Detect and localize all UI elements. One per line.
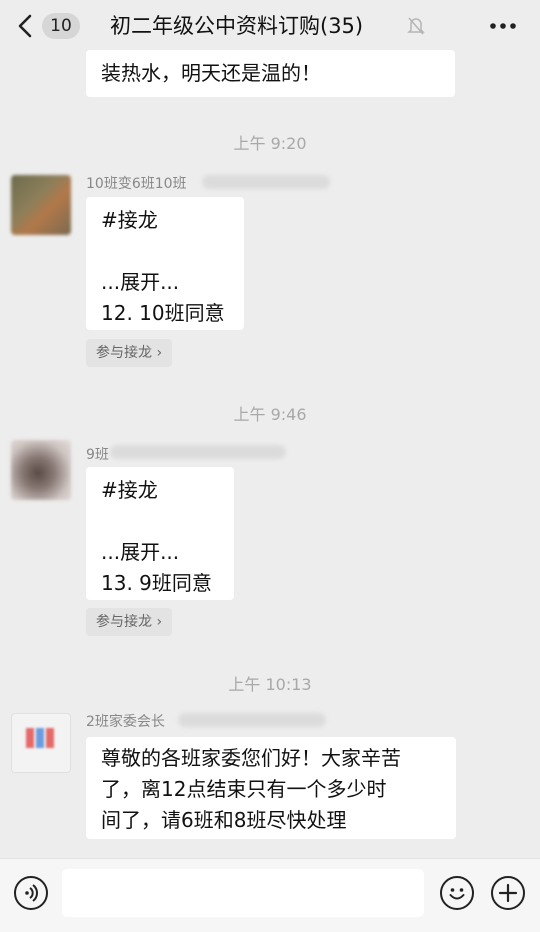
timestamp: 上午 9:20 (233, 134, 307, 153)
message-text: 12. 10班同意 (101, 301, 225, 325)
expand-text[interactable]: ...展开... (101, 267, 229, 298)
timestamp: 上午 9:46 (233, 405, 307, 424)
chat-title: 初二年级公中资料订购(35) (110, 14, 364, 38)
sender-name: 10班变6班10班 (86, 176, 187, 192)
redacted-name (202, 175, 330, 189)
message-text: 13. 9班同意 (101, 571, 212, 595)
message-text: 间了，请6班和8班尽快处理 (101, 808, 347, 832)
emoji-icon[interactable] (440, 876, 474, 910)
avatar[interactable] (11, 713, 71, 773)
bell-off-icon (407, 17, 425, 35)
redacted-name (110, 445, 286, 459)
message-text: 了，离12点结束只有一个多少时 (101, 777, 387, 801)
more-horizontal-icon[interactable] (488, 14, 518, 38)
plus-icon[interactable] (491, 876, 525, 910)
message-text: #接龙 (101, 478, 158, 502)
sender-name: 9班 (86, 447, 109, 463)
message-text: 装热水，明天还是温的！ (101, 61, 321, 85)
join-solitaire-button[interactable]: 参与接龙 › (86, 608, 173, 636)
message-bubble[interactable]: #接龙 ...展开... 13. 9班同意 (86, 467, 234, 600)
sender-name: 2班家委会长 (86, 714, 165, 730)
message-bubble[interactable]: 装热水，明天还是温的！ (86, 50, 455, 97)
unread-count-badge[interactable]: 10 (42, 13, 80, 39)
redacted-name (178, 713, 326, 727)
join-solitaire-button[interactable]: 参与接龙 › (86, 339, 173, 367)
voice-icon[interactable] (14, 876, 48, 910)
message-input[interactable] (62, 869, 424, 917)
timestamp: 上午 10:13 (228, 675, 312, 694)
chevron-left-icon[interactable] (14, 13, 38, 39)
avatar[interactable] (11, 440, 71, 500)
message-text: 尊敬的各班家委您们好！大家辛苦 (101, 746, 401, 770)
avatar[interactable] (11, 175, 71, 235)
message-bubble[interactable]: 尊敬的各班家委您们好！大家辛苦 了，离12点结束只有一个多少时 间了，请6班和8… (86, 737, 456, 839)
message-bubble[interactable]: #接龙 ...展开... 12. 10班同意 (86, 197, 244, 330)
expand-text[interactable]: ...展开... (101, 537, 219, 568)
message-text: #接龙 (101, 208, 158, 232)
